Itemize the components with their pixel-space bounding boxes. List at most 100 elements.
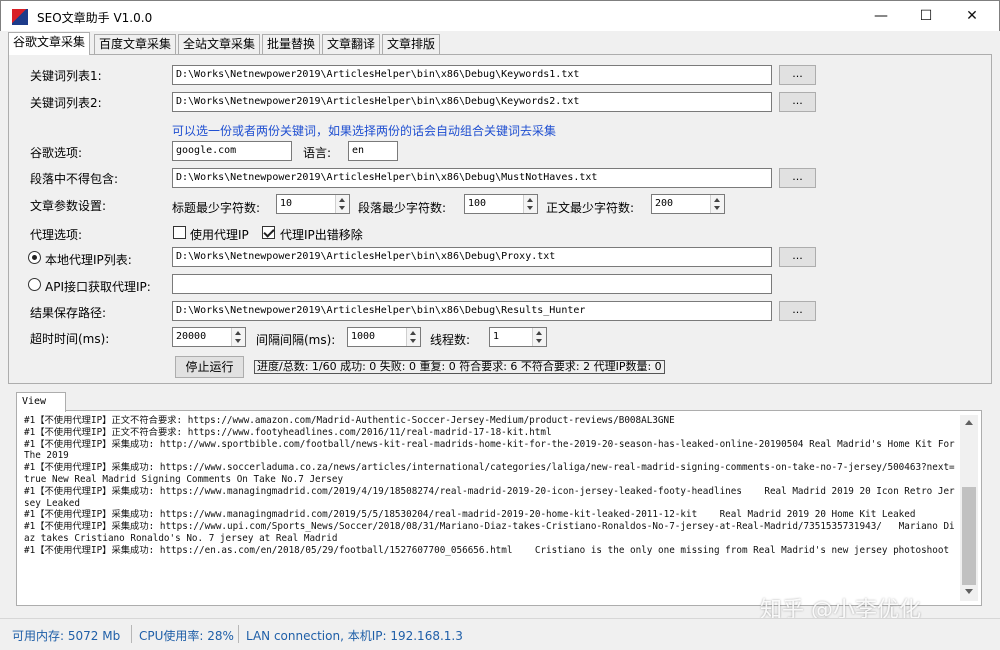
spin-up-icon: [235, 331, 241, 335]
save-path-label: 结果保存路径:: [30, 306, 107, 320]
body-min-label: 正文最少字符数:: [546, 201, 635, 215]
para-min-value: 100: [468, 198, 487, 209]
language-input[interactable]: en: [348, 141, 398, 161]
spin-down-icon: [536, 339, 542, 343]
log-line: #1【不使用代理IP】正文不符合要求: https://www.footyhea…: [24, 426, 552, 438]
interval-stepper[interactable]: 1000: [347, 327, 421, 347]
local-proxy-radio[interactable]: [28, 251, 41, 264]
google-options-label: 谷歌选项:: [30, 146, 83, 160]
title-min-stepper[interactable]: 10: [276, 194, 350, 214]
title-min-label: 标题最少字符数:: [172, 201, 261, 215]
spin-down-icon: [339, 206, 345, 210]
local-proxy-browse-button[interactable]: ...: [779, 247, 816, 267]
title-min-spin-arrows[interactable]: [335, 195, 349, 213]
log-line: #1【不使用代理IP】采集成功: http://www.sportbible.c…: [24, 438, 960, 462]
body-min-spin-arrows[interactable]: [710, 195, 724, 213]
threads-value: 1: [493, 331, 500, 342]
tab-translate[interactable]: 文章翻译: [322, 34, 381, 54]
remove-bad-proxy-checkbox[interactable]: [262, 226, 275, 239]
status-divider: [238, 625, 239, 643]
close-button[interactable]: ✕: [949, 1, 995, 31]
status-bar: 可用内存: 5072 Mb CPU使用率: 28% LAN connection…: [0, 618, 1000, 650]
timeout-stepper[interactable]: 20000: [172, 327, 246, 347]
tab-batch-replace[interactable]: 批量替换: [262, 34, 321, 54]
interval-label: 间隔间隔(ms):: [256, 333, 336, 347]
save-path-browse-button[interactable]: ...: [779, 301, 816, 321]
log-line: #1【不使用代理IP】采集成功: https://www.soccerladum…: [24, 462, 955, 485]
api-proxy-label: API接口获取代理IP:: [45, 280, 151, 294]
tab-layout[interactable]: 文章排版: [382, 34, 441, 54]
keyword-list-1-label: 关键词列表1:: [30, 69, 102, 83]
minimize-button[interactable]: —: [858, 1, 904, 31]
log-scrollbar[interactable]: [960, 415, 978, 601]
exclude-file-browse-button[interactable]: ...: [779, 168, 816, 188]
scroll-down-icon[interactable]: [965, 589, 973, 594]
keyword-hint-text: 可以选一份或者两份关键词，如果选择两份的话会自动组合关键词去采集: [172, 124, 557, 138]
body-min-stepper[interactable]: 200: [651, 194, 725, 214]
use-proxy-label: 使用代理IP: [190, 228, 249, 242]
timeout-spin-arrows[interactable]: [231, 328, 245, 346]
keyword-list-2-label: 关键词列表2:: [30, 96, 102, 110]
language-label: 语言:: [303, 146, 332, 160]
tab-google-collect[interactable]: 谷歌文章采集: [8, 32, 91, 55]
article-params-label: 文章参数设置:: [30, 199, 107, 213]
keyword-list-2-input[interactable]: D:\Works\Netnewpower2019\ArticlesHelper\…: [172, 92, 772, 112]
spin-up-icon: [714, 198, 720, 202]
spin-up-icon: [410, 331, 416, 335]
scroll-thumb[interactable]: [962, 487, 976, 585]
scroll-up-icon[interactable]: [965, 420, 973, 425]
spin-up-icon: [527, 198, 533, 202]
log-output[interactable]: #1【不使用代理IP】正文不符合要求: https://www.amazon.c…: [24, 415, 960, 601]
tab-site-collect[interactable]: 全站文章采集: [178, 34, 261, 54]
title-bar: SEO文章助手 V1.0.0 — ☐ ✕: [0, 0, 1000, 31]
spin-up-icon: [536, 331, 542, 335]
spin-up-icon: [339, 198, 345, 202]
progress-status-text: 进度/总数: 1/60 成功: 0 失败: 0 重复: 0 符合要求: 6 不符…: [254, 360, 665, 374]
log-line: #1【不使用代理IP】正文不符合要求: https://www.amazon.c…: [24, 415, 675, 426]
status-divider: [131, 625, 132, 643]
para-min-stepper[interactable]: 100: [464, 194, 538, 214]
google-domain-input[interactable]: google.com: [172, 141, 292, 161]
memory-status: 可用内存: 5072 Mb: [12, 629, 121, 643]
body-min-value: 200: [655, 198, 674, 209]
api-proxy-radio[interactable]: [28, 278, 41, 291]
spin-down-icon: [235, 339, 241, 343]
log-line: #1【不使用代理IP】采集成功: https://en.as.com/en/20…: [24, 544, 950, 556]
log-line: #1【不使用代理IP】采集成功: https://www.managingmad…: [24, 509, 916, 521]
interval-spin-arrows[interactable]: [406, 328, 420, 346]
log-line: #1【不使用代理IP】采集成功: https://www.upi.com/Spo…: [24, 521, 955, 544]
local-proxy-input[interactable]: D:\Works\Netnewpower2019\ArticlesHelper\…: [172, 247, 772, 267]
tab-view[interactable]: View: [16, 392, 66, 412]
network-status: LAN connection, 本机IP: 192.168.1.3: [246, 629, 463, 643]
exclude-label: 段落中不得包含:: [30, 172, 119, 186]
remove-bad-proxy-label: 代理IP出错移除: [280, 228, 363, 242]
threads-label: 线程数:: [430, 333, 471, 347]
api-proxy-input[interactable]: [172, 274, 772, 294]
stop-button[interactable]: 停止运行: [175, 356, 244, 378]
interval-value: 1000: [351, 331, 376, 342]
local-proxy-label: 本地代理IP列表:: [45, 253, 132, 267]
spin-down-icon: [527, 206, 533, 210]
keyword-list-1-browse-button[interactable]: ...: [779, 65, 816, 85]
app-logo-icon: [12, 9, 28, 25]
para-min-spin-arrows[interactable]: [523, 195, 537, 213]
exclude-file-input[interactable]: D:\Works\Netnewpower2019\ArticlesHelper\…: [172, 168, 772, 188]
keyword-list-1-input[interactable]: D:\Works\Netnewpower2019\ArticlesHelper\…: [172, 65, 772, 85]
threads-spin-arrows[interactable]: [532, 328, 546, 346]
proxy-options-label: 代理选项:: [30, 228, 83, 242]
para-min-label: 段落最少字符数:: [358, 201, 447, 215]
spin-down-icon: [714, 206, 720, 210]
log-line: #1【不使用代理IP】采集成功: https://www.managingmad…: [24, 485, 955, 509]
tab-baidu-collect[interactable]: 百度文章采集: [94, 34, 177, 54]
save-path-input[interactable]: D:\Works\Netnewpower2019\ArticlesHelper\…: [172, 301, 772, 321]
window-title: SEO文章助手 V1.0.0: [37, 11, 153, 25]
use-proxy-checkbox[interactable]: [173, 226, 186, 239]
title-min-value: 10: [280, 198, 293, 209]
timeout-label: 超时时间(ms):: [30, 332, 110, 346]
spin-down-icon: [410, 339, 416, 343]
keyword-list-2-browse-button[interactable]: ...: [779, 92, 816, 112]
maximize-button[interactable]: ☐: [903, 1, 949, 31]
threads-stepper[interactable]: 1: [489, 327, 547, 347]
cpu-status: CPU使用率: 28%: [139, 629, 234, 643]
timeout-value: 20000: [176, 331, 207, 342]
